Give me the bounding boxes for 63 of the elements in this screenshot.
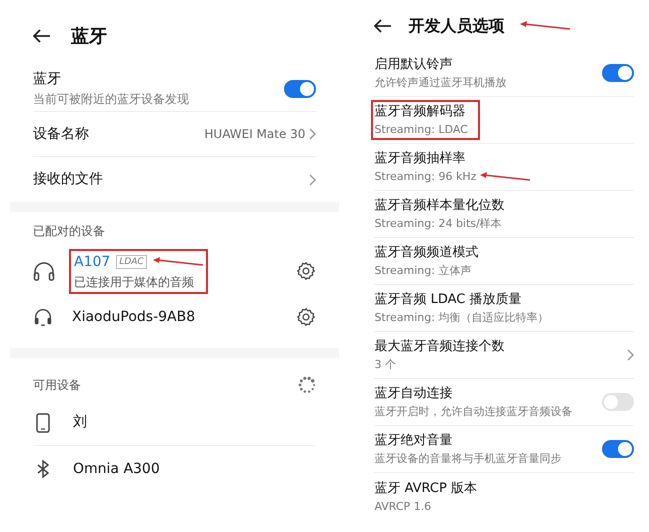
device-name[interactable]: A107 [74, 252, 110, 272]
setting-label: 蓝牙音频频道模式 [374, 244, 478, 262]
annotation-arrow [520, 21, 570, 31]
device-name[interactable]: Omnia A300 [73, 458, 160, 480]
headset-icon [33, 307, 53, 327]
toggle-switch[interactable] [602, 440, 634, 458]
bluetooth-icon [37, 459, 49, 479]
annotation-arrow [152, 257, 203, 267]
device-name[interactable]: XiaoduPods-9AB8 [72, 306, 196, 328]
headphones-icon [33, 261, 55, 281]
setting-label: 蓝牙音频抽样率 [374, 150, 466, 168]
setting-description: Streaming: 96 kHz [374, 169, 476, 185]
settings-row[interactable]: 蓝牙音频抽样率 Streaming: 96 kHz [374, 144, 634, 191]
setting-description: Streaming: 均衡（自适应比特率） [374, 310, 548, 326]
toggle-switch[interactable] [602, 64, 634, 82]
setting-label: 蓝牙绝对音量 [374, 432, 454, 450]
setting-description: Streaming: 立体声 [374, 263, 472, 279]
setting-description: Streaming: 24 bits/样本 [374, 216, 502, 232]
setting-label[interactable]: 设备名称 [33, 124, 89, 144]
chevron-right-icon [309, 174, 316, 186]
settings-row[interactable]: 最大蓝牙音频连接个数 3 个 [374, 332, 634, 379]
section-heading: 已配对的设备 [33, 223, 106, 240]
setting-description: 允许铃声通过蓝牙耳机播放 [374, 75, 506, 91]
back-icon[interactable] [33, 29, 51, 43]
setting-label: 最大蓝牙音频连接个数 [374, 338, 504, 356]
phone-icon [36, 412, 50, 432]
setting-label: 启用默认铃声 [374, 56, 454, 74]
page-title: 蓝牙 [71, 24, 107, 48]
setting-label: 蓝牙音频 LDAC 播放质量 [374, 291, 522, 309]
settings-row[interactable]: 蓝牙音频频道模式 Streaming: 立体声 [374, 238, 634, 285]
device-status: 已连接用于媒体的音频 [74, 274, 195, 290]
chevron-right-icon [627, 349, 634, 361]
toggle-switch[interactable] [602, 393, 634, 411]
settings-row[interactable]: 蓝牙 AVRCP 版本 AVRCP 1.6 [374, 473, 634, 520]
device-name[interactable]: 刘 [73, 412, 87, 433]
chevron-right-icon [309, 128, 316, 140]
setting-label: 蓝牙 [33, 70, 62, 89]
codec-badge: LDAC [116, 255, 147, 269]
settings-row[interactable]: 蓝牙音频解码器 Streaming: LDAC [374, 97, 634, 144]
setting-label: 蓝牙 AVRCP 版本 [374, 480, 477, 498]
toggle-switch[interactable] [284, 80, 316, 98]
settings-row[interactable]: 蓝牙音频样本量化位数 Streaming: 24 bits/样本 [374, 191, 634, 238]
setting-description: 蓝牙开启时，允许自动连接蓝牙音频设备 [374, 404, 572, 420]
setting-label: 蓝牙自动连接 [374, 385, 454, 403]
setting-label: 蓝牙音频样本量化位数 [374, 197, 504, 215]
back-icon[interactable] [374, 19, 392, 33]
setting-value: HUAWEI Mate 30 [204, 126, 306, 143]
page-title: 开发人员选项 [408, 15, 504, 37]
setting-description: AVRCP 1.6 [374, 498, 432, 514]
setting-label[interactable]: 接收的文件 [33, 169, 103, 190]
setting-description: 当前可被附近的蓝牙设备发现 [33, 91, 189, 108]
setting-description: Streaming: LDAC [374, 122, 468, 138]
section-heading: 可用设备 [33, 377, 81, 394]
gear-icon[interactable] [296, 261, 316, 281]
settings-row[interactable]: 蓝牙绝对音量 蓝牙设备的音量将与手机蓝牙音量同步 [374, 426, 634, 473]
setting-description: 3 个 [374, 357, 396, 373]
settings-row[interactable]: 启用默认铃声 允许铃声通过蓝牙耳机播放 [374, 50, 634, 97]
setting-label: 蓝牙音频解码器 [374, 103, 466, 121]
annotation-arrow [480, 172, 530, 182]
setting-description: 蓝牙设备的音量将与手机蓝牙音量同步 [374, 451, 562, 467]
settings-row[interactable]: 蓝牙自动连接 蓝牙开启时，允许自动连接蓝牙音频设备 [374, 379, 634, 426]
settings-row[interactable]: 蓝牙音频 LDAC 播放质量 Streaming: 均衡（自适应比特率） [374, 285, 634, 332]
gear-icon[interactable] [296, 307, 316, 327]
